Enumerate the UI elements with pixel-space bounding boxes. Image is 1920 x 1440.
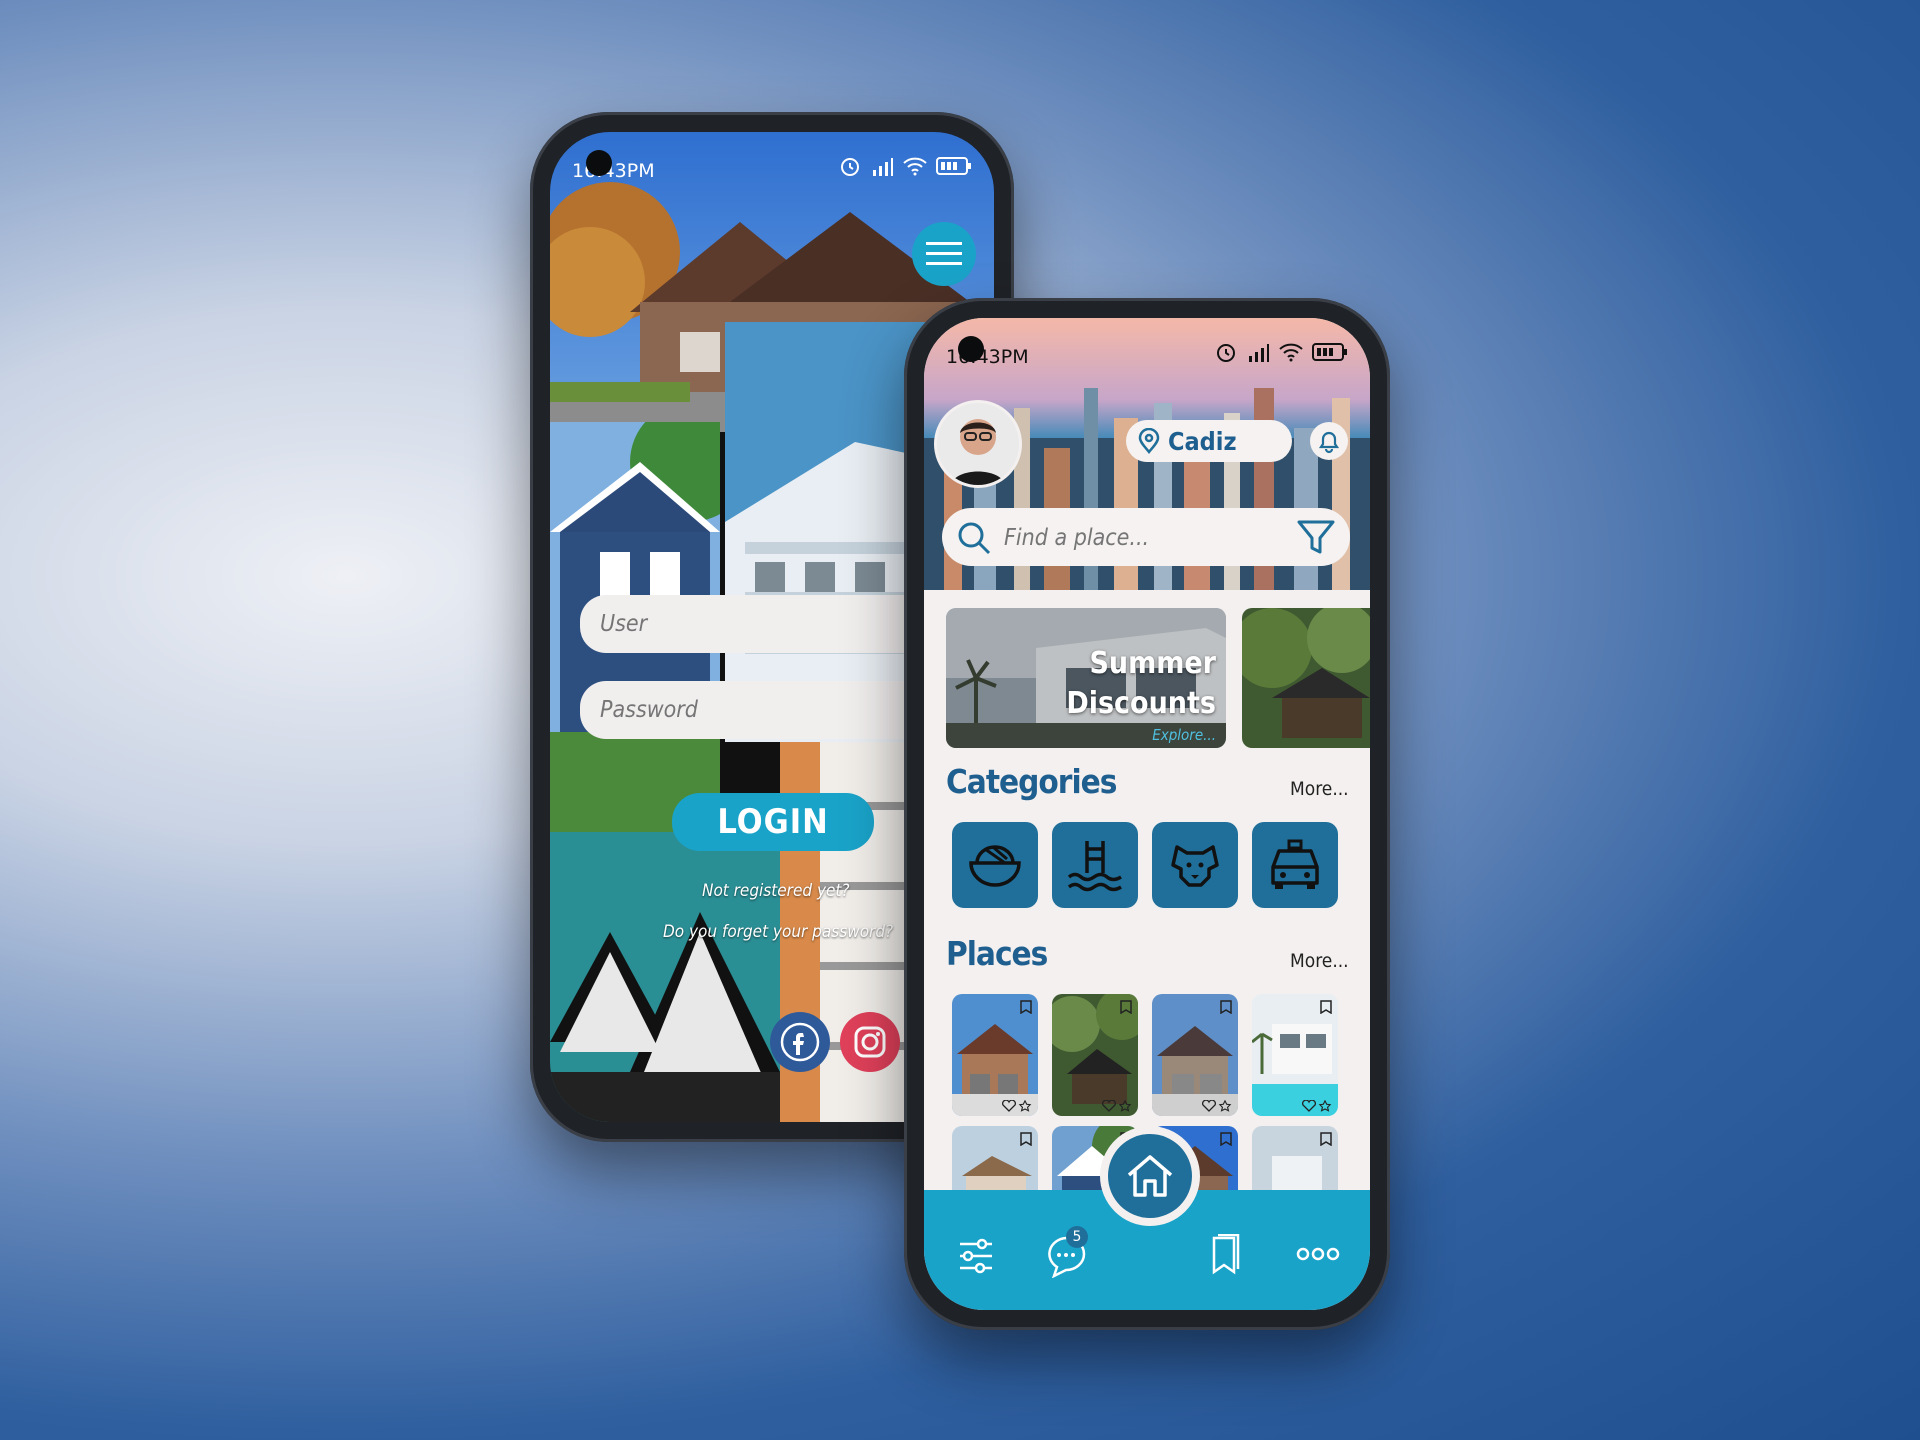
- star-icon[interactable]: [1218, 1100, 1232, 1112]
- home-status-bar: 16:43PM: [924, 318, 1370, 388]
- front-camera: [586, 150, 612, 176]
- taxi-icon: [1271, 839, 1319, 889]
- wifi-icon: [903, 157, 927, 176]
- card-actions: [1002, 1100, 1032, 1112]
- star-icon[interactable]: [1118, 1100, 1132, 1112]
- status-icons: [838, 154, 972, 178]
- user-avatar-icon: [937, 403, 1019, 485]
- home-screen: 16:43PM Cadiz Find a place... Summer Dis…: [924, 318, 1370, 1310]
- categories-more-link[interactable]: More...: [1290, 778, 1349, 800]
- forgot-password-link[interactable]: Do you forget your password?: [663, 922, 893, 942]
- front-camera: [958, 336, 984, 362]
- bell-icon: [1318, 431, 1340, 454]
- heart-icon[interactable]: [1202, 1100, 1216, 1112]
- bookmark-icon[interactable]: [1020, 1000, 1032, 1014]
- alarm-icon: [1217, 344, 1235, 362]
- login-button[interactable]: LOGIN: [672, 793, 874, 851]
- search-icon: [958, 522, 991, 555]
- category-food[interactable]: [952, 822, 1038, 908]
- category-pets[interactable]: [1152, 822, 1238, 908]
- bookmark-icon[interactable]: [1320, 1000, 1332, 1014]
- battery-icon: [936, 157, 971, 175]
- menu-button[interactable]: [912, 222, 976, 286]
- heart-icon[interactable]: [1002, 1100, 1016, 1112]
- battery-icon: [1312, 343, 1347, 361]
- dog-icon: [1171, 845, 1219, 887]
- alarm-icon: [841, 158, 859, 176]
- facebook-button[interactable]: [770, 1012, 830, 1072]
- roof-photo: [550, 832, 780, 1122]
- home-button-inner: [1108, 1134, 1192, 1218]
- heart-icon[interactable]: [1302, 1100, 1316, 1112]
- secondary-banner[interactable]: [1242, 608, 1370, 748]
- more-options-icon[interactable]: [1296, 1246, 1340, 1262]
- category-taxi[interactable]: [1252, 822, 1338, 908]
- bookmark-icon[interactable]: [1320, 1132, 1332, 1146]
- status-icons: [1214, 340, 1348, 364]
- summer-discounts-banner[interactable]: Summer Discounts Explore...: [946, 608, 1226, 748]
- wifi-icon: [1279, 343, 1303, 362]
- not-registered-link[interactable]: Not registered yet?: [702, 881, 850, 901]
- signal-icon: [1249, 344, 1269, 362]
- place-card[interactable]: [1252, 994, 1338, 1116]
- place-card[interactable]: [1052, 994, 1138, 1116]
- star-icon[interactable]: [1318, 1100, 1332, 1112]
- home-button[interactable]: [1100, 1126, 1200, 1226]
- login-status-bar: 16:43PM: [550, 132, 994, 202]
- sliders-icon[interactable]: [956, 1236, 996, 1276]
- bookmark-icon[interactable]: [1220, 1000, 1232, 1014]
- banner-title-line2: Discounts: [1066, 686, 1216, 721]
- category-pool[interactable]: [1052, 822, 1138, 908]
- place-card[interactable]: [1152, 994, 1238, 1116]
- banner-explore-link[interactable]: Explore...: [1152, 726, 1216, 744]
- places-heading: Places: [946, 934, 1048, 973]
- instagram-icon: [854, 1026, 886, 1058]
- notifications-button[interactable]: [1310, 422, 1348, 460]
- card-actions: [1102, 1100, 1132, 1112]
- facebook-icon: [780, 1022, 820, 1062]
- location-label: Cadiz: [1168, 426, 1237, 456]
- chat-badge: 5: [1066, 1226, 1088, 1248]
- signal-icon: [873, 158, 893, 176]
- card-actions: [1302, 1100, 1332, 1112]
- categories-heading: Categories: [946, 762, 1117, 801]
- place-card[interactable]: [952, 994, 1038, 1116]
- places-more-link[interactable]: More...: [1290, 950, 1349, 972]
- home-icon: [1127, 1155, 1173, 1197]
- pool-icon: [1067, 841, 1122, 892]
- bookmark-icon[interactable]: [1220, 1132, 1232, 1146]
- search-input[interactable]: [1002, 518, 1286, 558]
- card-actions: [1202, 1100, 1232, 1112]
- food-bowl-icon: [969, 845, 1021, 887]
- chat-button[interactable]: 5: [1044, 1226, 1088, 1279]
- location-pin-icon: [1138, 428, 1160, 454]
- location-pill[interactable]: Cadiz: [1126, 420, 1292, 462]
- avatar[interactable]: [934, 400, 1022, 488]
- bookmark-icon[interactable]: [1120, 1000, 1132, 1014]
- home-phone: 16:43PM Cadiz Find a place... Summer Dis…: [904, 298, 1390, 1330]
- instagram-button[interactable]: [840, 1012, 900, 1072]
- search-bar[interactable]: [942, 508, 1350, 566]
- filter-icon[interactable]: [1296, 518, 1336, 556]
- status-time: 16:43PM: [572, 160, 655, 182]
- bookmark-icon[interactable]: [1208, 1234, 1244, 1276]
- bookmark-icon[interactable]: [1020, 1132, 1032, 1146]
- star-icon[interactable]: [1018, 1100, 1032, 1112]
- hamburger-icon: [926, 242, 962, 265]
- banner-title-line1: Summer: [1089, 646, 1216, 681]
- heart-icon[interactable]: [1102, 1100, 1116, 1112]
